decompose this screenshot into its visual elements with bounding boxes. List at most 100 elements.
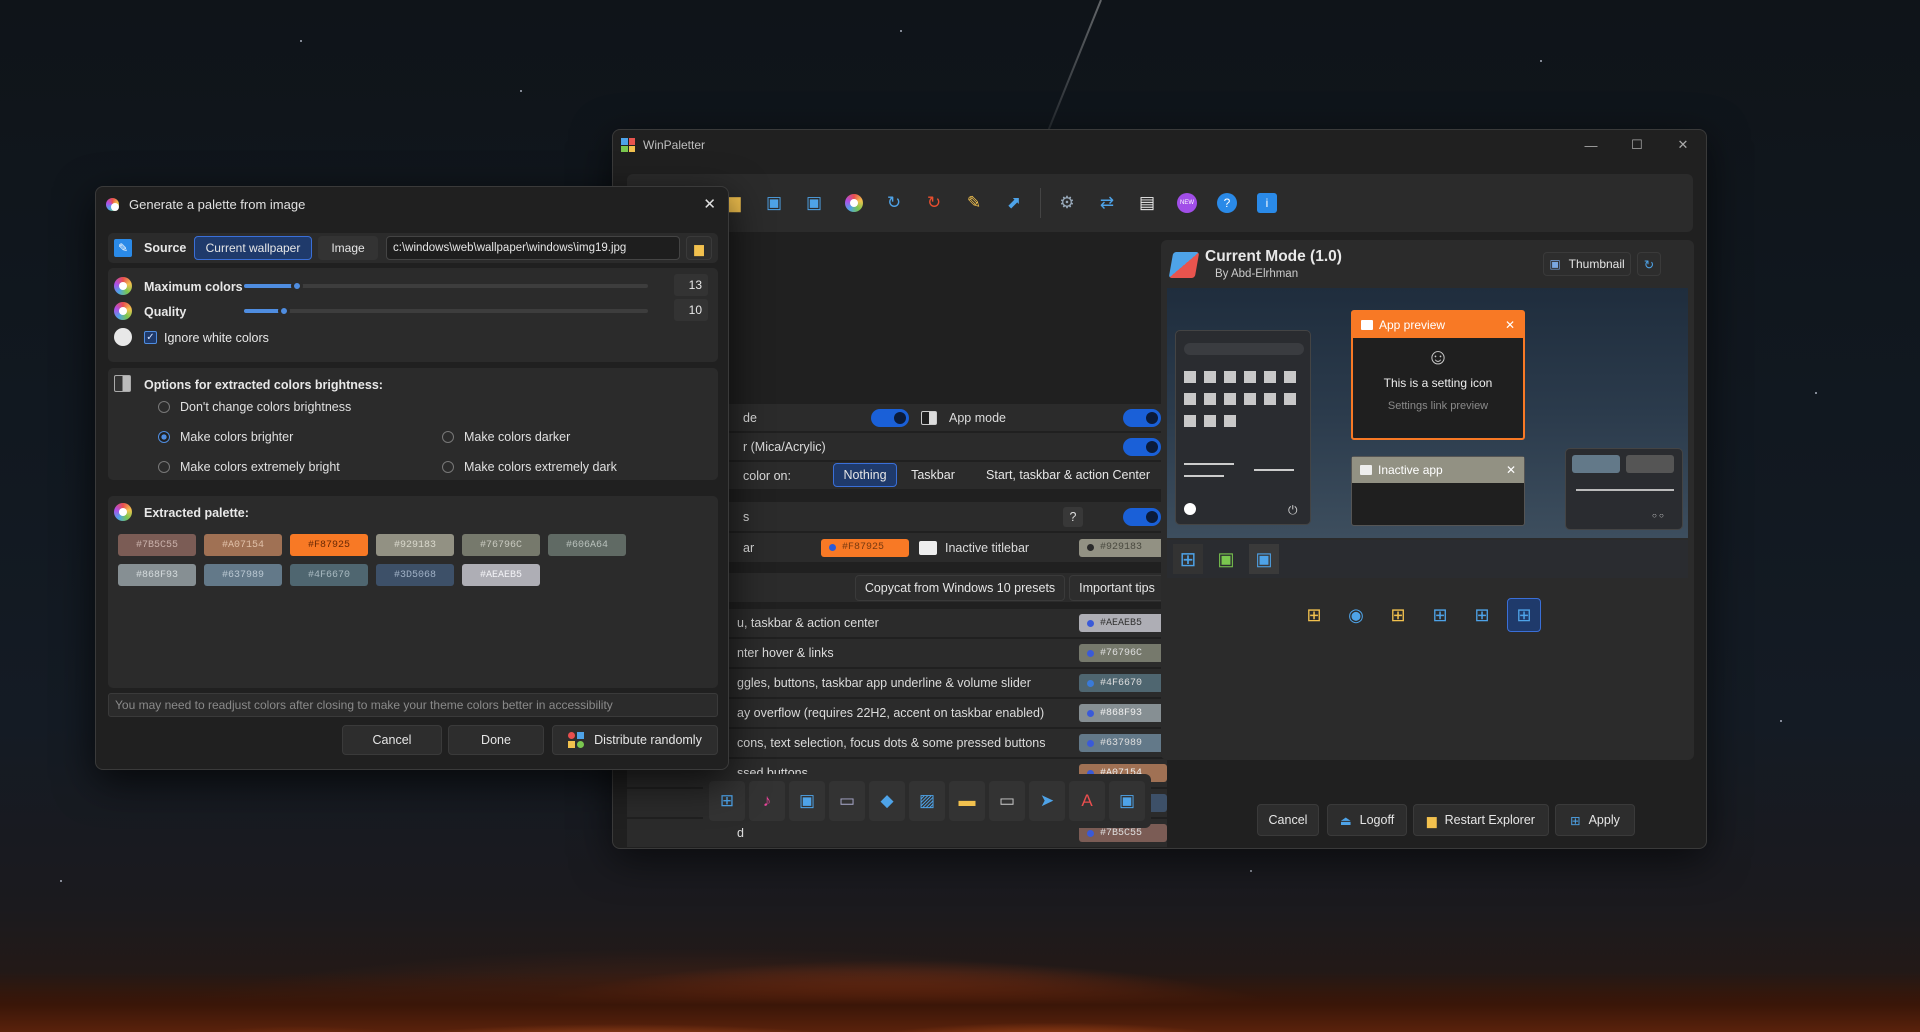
vs-icon[interactable]: ◆ xyxy=(869,781,905,821)
new-icon[interactable]: NEW xyxy=(1170,186,1204,220)
restart-explorer-button[interactable]: ▆ Restart Explorer xyxy=(1413,804,1549,836)
edit-icon[interactable]: ✎ xyxy=(957,186,991,220)
sync-icon[interactable]: ⇄ xyxy=(1090,186,1124,220)
main-cancel-button[interactable]: Cancel xyxy=(1257,804,1319,836)
quality-slider[interactable] xyxy=(244,305,648,317)
windows-icon[interactable]: ⊞ xyxy=(709,781,745,821)
windows-11-icon[interactable]: ⊞ xyxy=(1507,598,1541,632)
color-swatch-button[interactable]: #637989 xyxy=(1079,734,1167,752)
taskbar-icons: ⊞ ▣ ▣ xyxy=(1173,544,1279,574)
dialog-done-button[interactable]: Done xyxy=(448,725,544,755)
color-swatch-button[interactable]: #868F93 xyxy=(1079,704,1167,722)
theme-preview: ⏻ App preview ✕ ☺ This is a setting icon… xyxy=(1167,288,1688,578)
active-titlebar-color[interactable]: #F87925 xyxy=(821,538,909,557)
screensaver-icon[interactable]: ▣ xyxy=(1109,781,1145,821)
distribute-randomly-button[interactable]: Distribute randomly xyxy=(552,725,718,755)
help-question-button[interactable]: ? xyxy=(1063,506,1083,527)
windows-vista-icon[interactable]: ◉ xyxy=(1339,598,1373,632)
color-swatch-button[interactable]: #AEAEB5 xyxy=(1079,614,1167,632)
wallpaper-icon[interactable]: ▨ xyxy=(909,781,945,821)
windows-xp-icon[interactable]: ⊞ xyxy=(1297,598,1331,632)
palette-swatch[interactable]: #F87925 xyxy=(290,534,368,556)
palette-swatch[interactable]: #76796C xyxy=(462,534,540,556)
copycat-button[interactable]: Copycat from Windows 10 presets xyxy=(855,575,1065,601)
window-title: WinPaletter xyxy=(643,138,706,152)
accent-taskbar-option[interactable]: Taskbar xyxy=(901,463,965,487)
image-option[interactable]: Image xyxy=(318,236,378,260)
inactive-titlebar-color[interactable]: #929183 xyxy=(1079,538,1167,557)
max-colors-slider[interactable] xyxy=(244,280,648,292)
max-colors-label: Maximum colors xyxy=(144,280,243,294)
windows-10-icon[interactable]: ⊞ xyxy=(1465,598,1499,632)
radio-darker[interactable]: Make colors darker xyxy=(442,430,570,444)
star xyxy=(1780,720,1782,722)
browse-folder-icon[interactable]: ▆ xyxy=(686,236,712,260)
help-icon[interactable]: ? xyxy=(1210,186,1244,220)
logoff-button[interactable]: ⏏ Logoff xyxy=(1327,804,1407,836)
palette-icon[interactable] xyxy=(837,186,871,220)
palette-swatch[interactable]: #4F6670 xyxy=(290,564,368,586)
apply-icon: ⊞ xyxy=(1570,813,1581,828)
accent-start-option[interactable]: Start, taskbar & action Center xyxy=(971,463,1165,487)
important-tips-button[interactable]: Important tips xyxy=(1069,575,1165,601)
color-item-label: ay overflow (requires 22H2, accent on ta… xyxy=(737,706,1045,720)
minimize-button[interactable]: — xyxy=(1568,130,1614,160)
refresh-preview-button[interactable]: ↻ xyxy=(1637,252,1661,276)
radio-brighter[interactable]: Make colors brighter xyxy=(158,430,293,444)
sound-icon[interactable]: ♪ xyxy=(749,781,785,821)
cmd-icon[interactable]: ▭ xyxy=(989,781,1025,821)
brightness-title: Options for extracted colors brightness: xyxy=(144,378,383,392)
palette-swatch[interactable]: #AEAEB5 xyxy=(462,564,540,586)
cursor-icon[interactable]: ➤ xyxy=(1029,781,1065,821)
mode-label: de xyxy=(743,410,757,425)
app-mode-toggle[interactable] xyxy=(1123,408,1161,427)
refresh-icon[interactable]: ↻ xyxy=(877,186,911,220)
maximize-button[interactable]: ☐ xyxy=(1614,130,1660,160)
terminal-icon[interactable]: ▭ xyxy=(829,781,865,821)
palette-swatch[interactable]: #868F93 xyxy=(118,564,196,586)
landscape-ridge xyxy=(0,992,1920,1032)
image-path-input[interactable]: c:\windows\web\wallpaper\windows\img19.j… xyxy=(386,236,680,260)
palette-swatch[interactable]: #606A64 xyxy=(548,534,626,556)
quality-value[interactable]: 10 xyxy=(674,299,708,321)
max-colors-icon xyxy=(114,277,132,295)
save-as-icon[interactable]: ▣ xyxy=(797,186,831,220)
active-titlebar-label: ar xyxy=(743,540,755,555)
radio-extremely-dark[interactable]: Make colors extremely dark xyxy=(442,460,617,474)
radio-extremely-bright[interactable]: Make colors extremely bright xyxy=(158,460,340,474)
palette-swatch[interactable]: #637989 xyxy=(204,564,282,586)
palette-swatch[interactable]: #A07154 xyxy=(204,534,282,556)
save-icon[interactable]: ▣ xyxy=(757,186,791,220)
store-icon[interactable]: ▤ xyxy=(1130,186,1164,220)
ruler-icon[interactable]: ▬ xyxy=(949,781,985,821)
desktop-icon[interactable]: ▣ xyxy=(789,781,825,821)
radio-no-change[interactable]: Don't change colors brightness xyxy=(158,400,351,414)
source-label: Source xyxy=(144,241,187,255)
settings-icon[interactable]: ⚙ xyxy=(1050,186,1084,220)
color-swatch-button[interactable]: #76796C xyxy=(1079,644,1167,662)
reset-icon[interactable]: ↻ xyxy=(917,186,951,220)
titlebar-accent-toggle[interactable] xyxy=(1123,507,1161,526)
dialog-close-icon[interactable]: ✕ xyxy=(703,195,716,213)
accent-nothing-option[interactable]: Nothing xyxy=(833,463,897,487)
ignore-white-checkbox[interactable]: ✓ xyxy=(144,331,157,344)
font-icon[interactable]: A xyxy=(1069,781,1105,821)
palette-swatch[interactable]: #3D5068 xyxy=(376,564,454,586)
accessibility-hint: You may need to readjust colors after cl… xyxy=(108,693,718,717)
palette-swatch[interactable]: #929183 xyxy=(376,534,454,556)
max-colors-value[interactable]: 13 xyxy=(674,274,708,296)
windows-8-icon[interactable]: ⊞ xyxy=(1423,598,1457,632)
share-icon[interactable]: ⬈ xyxy=(997,186,1031,220)
close-button[interactable]: ✕ xyxy=(1660,130,1706,160)
color-swatch-button[interactable]: #4F6670 xyxy=(1079,674,1167,692)
windows-mode-toggle[interactable] xyxy=(871,408,909,427)
thumbnail-button[interactable]: ▣ Thumbnail xyxy=(1543,252,1631,276)
apply-button[interactable]: ⊞ Apply xyxy=(1555,804,1635,836)
about-icon[interactable]: i xyxy=(1250,186,1284,220)
extracted-palette-label: Extracted palette: xyxy=(144,506,249,520)
palette-swatch[interactable]: #7B5C55 xyxy=(118,534,196,556)
windows-7-icon[interactable]: ⊞ xyxy=(1381,598,1415,632)
dialog-cancel-button[interactable]: Cancel xyxy=(342,725,442,755)
current-wallpaper-option[interactable]: Current wallpaper xyxy=(194,236,312,260)
transparency-toggle[interactable] xyxy=(1123,437,1161,456)
